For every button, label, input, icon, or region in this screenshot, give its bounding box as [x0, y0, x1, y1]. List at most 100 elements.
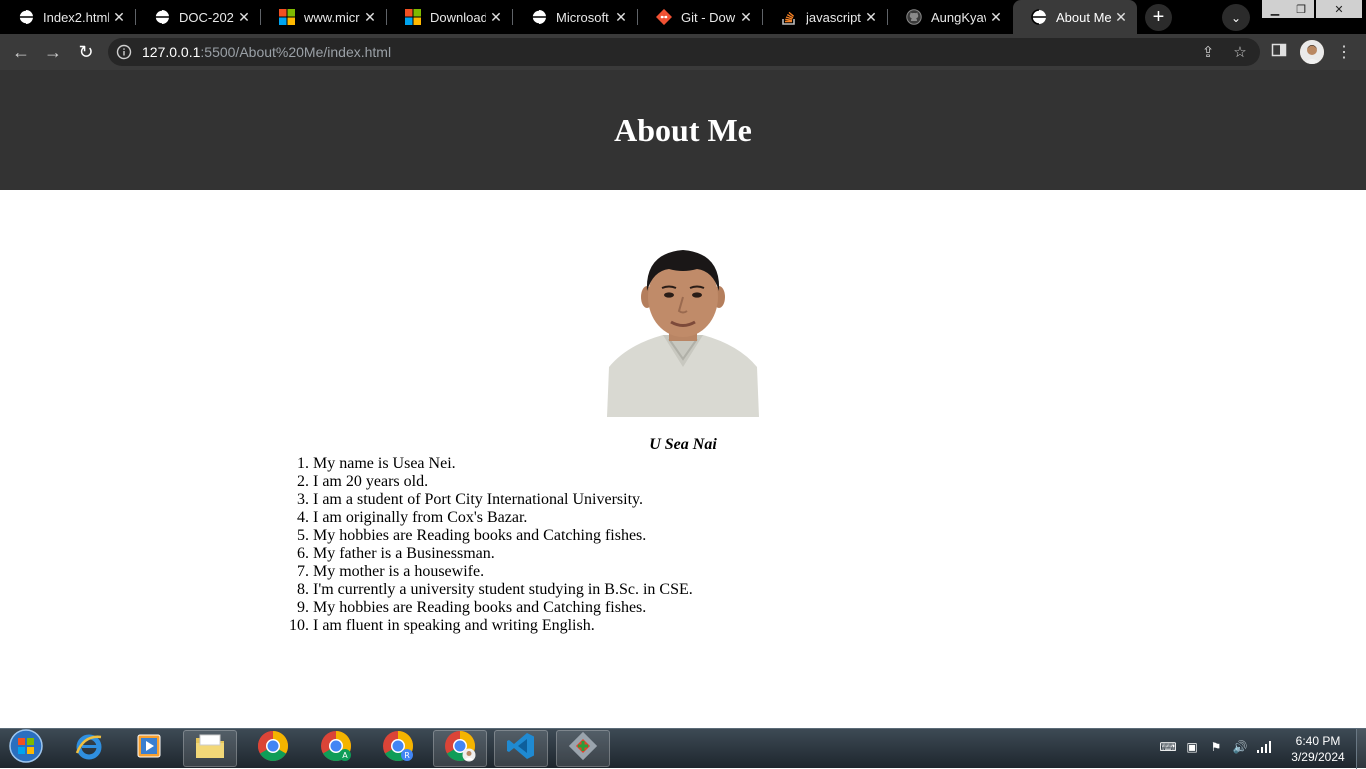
url-text: 127.0.0.1:5500/About%20Me/index.html	[142, 44, 391, 60]
close-icon: ✕	[1334, 3, 1344, 16]
tab-doc[interactable]: DOC-20230 ✕	[136, 0, 260, 34]
start-button[interactable]	[0, 728, 52, 769]
tab-title: Index2.html	[43, 9, 109, 25]
list-item: I'm currently a university student study…	[313, 581, 693, 599]
clock-time: 6:40 PM	[1295, 734, 1341, 748]
browser-toolbar: ← → ↻ 127.0.0.1:5500/About%20Me/index.ht…	[0, 34, 1366, 70]
back-button[interactable]: ←	[9, 40, 33, 64]
tab-title: Git - Downl	[681, 9, 736, 25]
profile-avatar[interactable]	[1300, 40, 1324, 64]
globe-icon	[154, 9, 170, 25]
network-signal-icon[interactable]	[1256, 739, 1272, 755]
facts-list: My name is Usea Nei. I am 20 years old. …	[273, 455, 693, 635]
microsoft-icon	[405, 9, 421, 25]
close-icon[interactable]: ✕	[486, 9, 506, 26]
show-desktop-button[interactable]	[1356, 729, 1366, 769]
close-icon[interactable]: ✕	[986, 9, 1006, 26]
internet-explorer-icon	[74, 731, 104, 766]
tab-javascript[interactable]: javascript - ✕	[763, 0, 887, 34]
restore-button[interactable]: ❐	[1288, 0, 1314, 18]
tab-search-button[interactable]: ⌄	[1222, 4, 1250, 31]
menu-button[interactable]: ⋮	[1332, 40, 1356, 64]
action-center-flag-icon[interactable]: ⚑	[1208, 739, 1224, 755]
taskbar-vscode[interactable]	[494, 730, 548, 767]
close-icon[interactable]: ✕	[736, 9, 756, 26]
close-icon[interactable]: ✕	[611, 9, 631, 26]
minimize-button[interactable]: ▁	[1262, 0, 1288, 18]
share-icon[interactable]: ⇪	[1198, 43, 1218, 61]
tab-index2[interactable]: Index2.html ✕	[0, 0, 135, 34]
page-title: About Me	[614, 112, 752, 148]
list-item: My mother is a housewife.	[313, 563, 693, 581]
photo-caption: U Sea Nai	[649, 436, 717, 453]
tab-title: Download V	[430, 9, 486, 25]
svg-text:A: A	[342, 751, 348, 760]
taskbar-chrome-profile-a[interactable]: A	[309, 730, 363, 767]
volume-icon[interactable]: 🔊	[1232, 739, 1248, 755]
tab-microsoft-edge[interactable]: Microsoft E ✕	[513, 0, 637, 34]
stackoverflow-icon	[781, 9, 797, 25]
tab-about-me[interactable]: About Me ✕	[1013, 0, 1137, 34]
address-bar[interactable]: 127.0.0.1:5500/About%20Me/index.html ⇪ ☆	[108, 38, 1260, 66]
new-tab-button[interactable]: +	[1145, 4, 1172, 31]
list-item: My hobbies are Reading books and Catchin…	[313, 527, 693, 545]
tab-strip: Index2.html ✕ DOC-20230 ✕ www.micros ✕ D…	[0, 0, 1366, 34]
close-window-button[interactable]: ✕	[1316, 0, 1362, 18]
taskbar-git-gui[interactable]	[556, 730, 610, 767]
arrow-right-icon: →	[44, 41, 62, 62]
tab-download[interactable]: Download V ✕	[387, 0, 512, 34]
close-icon[interactable]: ✕	[1111, 9, 1131, 26]
minimize-icon: ▁	[1270, 3, 1280, 16]
tab-title: Microsoft E	[556, 9, 611, 25]
taskbar-chrome[interactable]	[246, 730, 300, 767]
taskbar-chrome-profile-user[interactable]	[433, 730, 487, 767]
vscode-icon	[506, 731, 536, 766]
taskbar-internet-explorer[interactable]	[62, 730, 116, 767]
info-icon[interactable]	[116, 44, 132, 60]
language-icon[interactable]: ⌨	[1159, 739, 1176, 755]
forward-button[interactable]: →	[41, 40, 65, 64]
chrome-icon	[257, 730, 289, 767]
file-explorer-icon	[194, 732, 226, 765]
restore-icon: ❐	[1296, 3, 1306, 16]
clock-date: 3/29/2024	[1291, 750, 1345, 764]
tab-title: DOC-20230	[179, 9, 234, 25]
usb-device-icon[interactable]: ▣	[1184, 739, 1200, 755]
git-icon	[656, 9, 672, 25]
tab-title: About Me	[1056, 9, 1111, 25]
plus-icon: +	[1152, 6, 1165, 28]
windows-orb-icon	[8, 728, 44, 769]
tab-title: www.micros	[304, 9, 360, 25]
side-panel-button[interactable]	[1267, 40, 1291, 64]
taskbar-clock[interactable]: 6:40 PM 3/29/2024	[1282, 733, 1354, 765]
page-header: About Me	[0, 70, 1366, 190]
profile-photo	[607, 247, 759, 417]
chrome-profile-user-icon	[444, 730, 476, 767]
taskbar-file-explorer[interactable]	[183, 730, 237, 767]
tab-title: javascript -	[806, 9, 861, 25]
chrome-profile-r-icon: R	[382, 730, 414, 767]
chevron-down-icon: ⌄	[1230, 10, 1242, 25]
taskbar-chrome-profile-r[interactable]: R	[371, 730, 425, 767]
close-icon[interactable]: ✕	[360, 9, 380, 26]
more-vert-icon: ⋮	[1336, 44, 1352, 61]
star-icon[interactable]: ☆	[1230, 43, 1250, 61]
list-item: I am 20 years old.	[313, 473, 693, 491]
taskbar-media-player[interactable]	[122, 730, 176, 767]
reload-button[interactable]: ↻	[74, 40, 98, 64]
arrow-left-icon: ←	[12, 41, 30, 62]
close-icon[interactable]: ✕	[234, 9, 254, 26]
side-panel-icon	[1271, 42, 1287, 63]
tab-microsoft[interactable]: www.micros ✕	[261, 0, 386, 34]
svg-text:R: R	[404, 751, 410, 760]
close-icon[interactable]: ✕	[861, 9, 881, 26]
close-icon[interactable]: ✕	[109, 9, 129, 26]
tab-git[interactable]: Git - Downl ✕	[638, 0, 762, 34]
list-item: My hobbies are Reading books and Catchin…	[313, 599, 693, 617]
tab-github[interactable]: AungKyawC ✕	[888, 0, 1012, 34]
github-icon	[906, 9, 922, 25]
list-item: I am fluent in speaking and writing Engl…	[313, 617, 693, 635]
url-path: :5500/About%20Me/index.html	[200, 44, 392, 60]
chrome-profile-a-icon: A	[320, 730, 352, 767]
list-item: My father is a Businessman.	[313, 545, 693, 563]
